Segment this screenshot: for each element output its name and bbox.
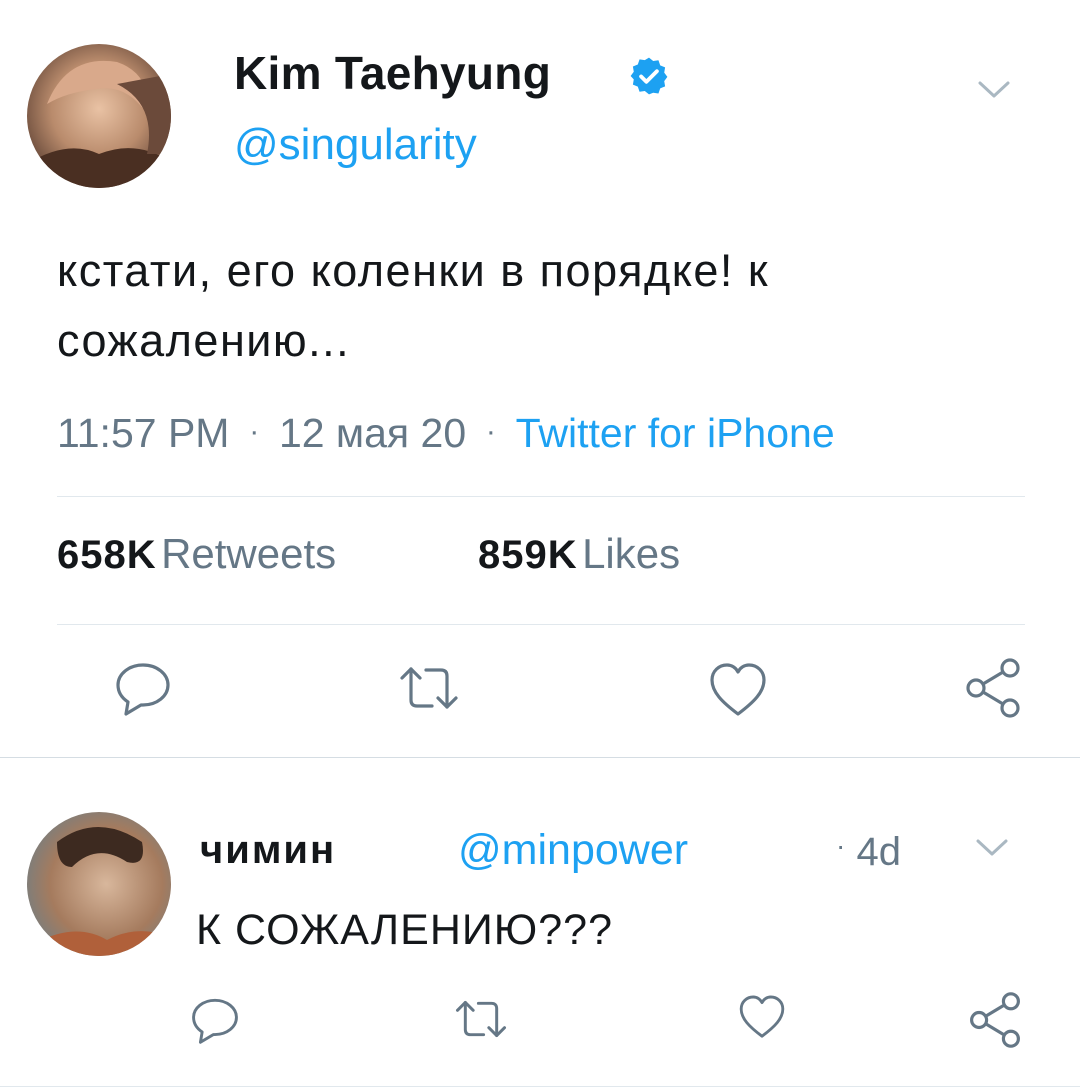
meta-separator: · <box>240 415 268 448</box>
heart-icon <box>739 995 785 1038</box>
retweet-icon <box>400 667 458 709</box>
tweet-text-line-2: сожалению... <box>57 315 351 366</box>
reply-age: 4d <box>856 830 901 874</box>
share-button[interactable] <box>962 656 1024 720</box>
retweet-button[interactable] <box>454 998 508 1040</box>
meta-separator: · <box>477 415 505 448</box>
reply-text: К СОЖАЛЕНИЮ??? <box>196 906 613 954</box>
heart-icon <box>710 663 766 716</box>
likes-stat[interactable]: 859K Likes <box>478 530 680 578</box>
reply-icon <box>116 663 170 716</box>
divider <box>57 496 1025 497</box>
retweets-label: Retweets <box>161 530 337 577</box>
reply-icon <box>192 998 238 1044</box>
verified-badge-icon <box>628 55 670 97</box>
tweet-date: 12 мая 20 <box>278 410 467 456</box>
meta-separator: · <box>836 830 846 861</box>
retweet-button[interactable] <box>398 664 460 712</box>
retweets-count: 658K <box>57 533 157 577</box>
like-button[interactable] <box>708 662 768 718</box>
likes-label: Likes <box>582 530 681 577</box>
section-divider <box>0 757 1080 758</box>
divider <box>0 1086 1080 1087</box>
tweet-text-line-1: кстати, его коленки в порядке! к <box>57 245 770 296</box>
tweet-source-link[interactable]: Twitter for iPhone <box>516 410 835 456</box>
share-icon <box>966 658 1020 718</box>
share-icon <box>970 992 1020 1048</box>
chevron-down-icon[interactable] <box>976 78 1012 102</box>
tweet-time: 11:57 PM <box>57 410 230 456</box>
author-avatar[interactable] <box>27 44 171 188</box>
retweets-stat[interactable]: 658K Retweets <box>57 530 336 578</box>
reply-button[interactable] <box>190 996 240 1044</box>
reply-timestamp[interactable]: · 4d <box>836 830 901 875</box>
like-button[interactable] <box>738 994 786 1040</box>
chevron-down-icon[interactable] <box>974 836 1010 860</box>
divider <box>57 624 1025 625</box>
tweet-text: кстати, его коленки в порядке! к сожален… <box>57 236 1047 376</box>
reply-author-name[interactable]: чимин <box>200 828 336 873</box>
reply-button[interactable] <box>114 660 172 716</box>
reply-author-handle[interactable]: @minpower <box>458 826 688 875</box>
likes-count: 859K <box>478 533 578 577</box>
tweet-meta: 11:57 PM · 12 мая 20 · Twitter for iPhon… <box>57 410 835 457</box>
author-name[interactable]: Kim Taehyung <box>234 46 551 100</box>
retweet-icon <box>456 1000 506 1038</box>
author-handle[interactable]: @singularity <box>234 120 477 170</box>
share-button[interactable] <box>966 990 1024 1050</box>
reply-author-avatar[interactable] <box>27 812 171 956</box>
